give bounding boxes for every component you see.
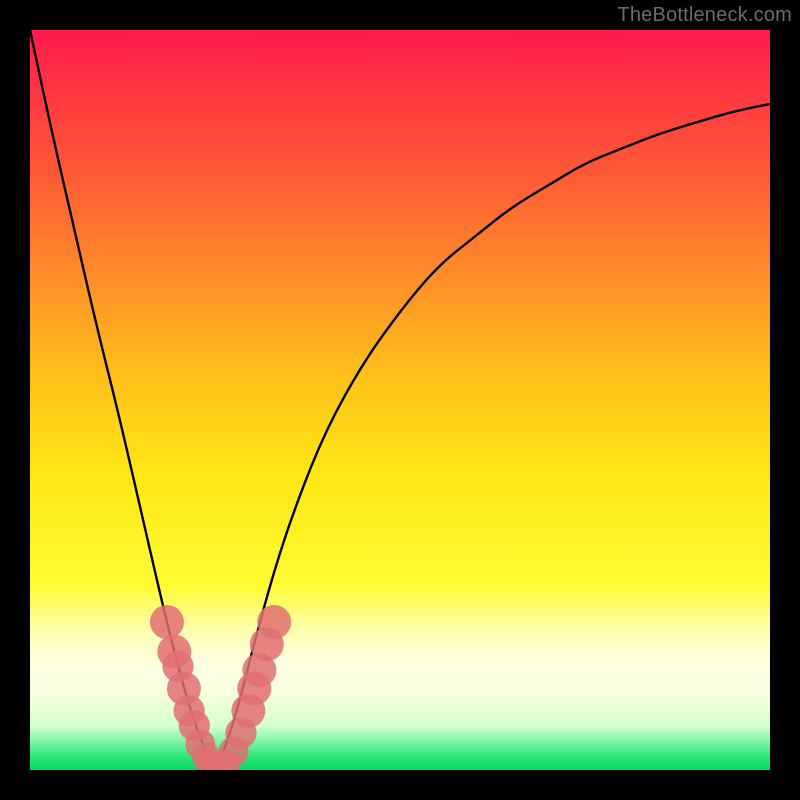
highlight-markers — [150, 605, 291, 770]
bottleneck-curve — [30, 30, 770, 766]
marker-point — [150, 605, 184, 639]
marker-point — [257, 605, 291, 639]
curve-layer — [30, 30, 770, 770]
chart-frame: TheBottleneck.com — [0, 0, 800, 800]
watermark-text: TheBottleneck.com — [617, 4, 792, 27]
plot-area — [30, 30, 770, 770]
